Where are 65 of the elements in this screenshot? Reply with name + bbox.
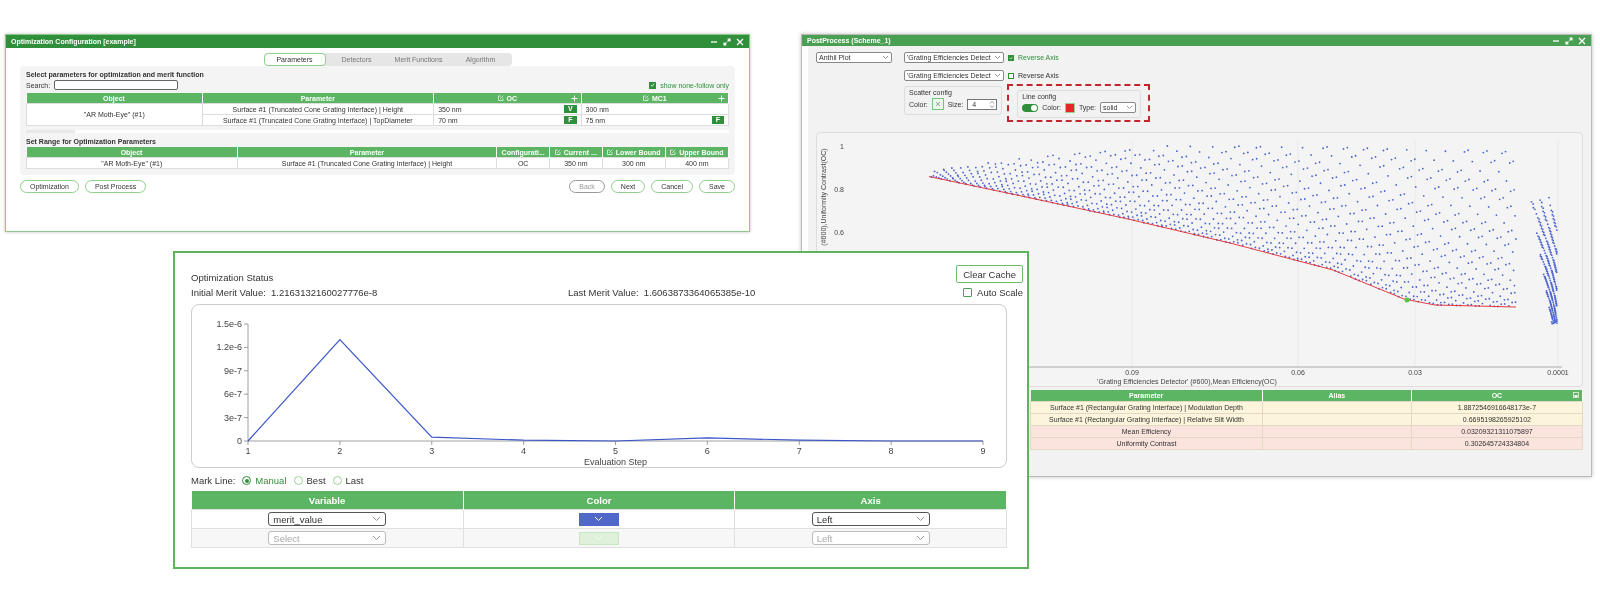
plus-icon[interactable]: [718, 94, 725, 102]
chevron-down-icon: [372, 535, 382, 541]
color-swatch[interactable]: [1064, 102, 1075, 113]
axis-tick-label: 4: [521, 446, 527, 456]
axis-tick-label: 3e-7: [224, 412, 242, 423]
merit-value-text: Initial Merit Value: 1.2163132160027776e-8: [191, 287, 379, 298]
chevron-down-icon: [994, 73, 1001, 78]
axis-tick-label: 5: [613, 446, 618, 456]
variable-dropdown[interactable]: merit_value: [268, 512, 387, 526]
axis-title: Evaluation Step: [584, 457, 647, 467]
axis-tick-label: 6e-7: [224, 389, 242, 400]
axis-tick-label: 1.2e-6: [216, 342, 242, 353]
checkbox-label: Auto Scale: [977, 287, 1023, 298]
axis-tick-label: 9e-7: [224, 365, 242, 376]
edit-icon[interactable]: [606, 149, 613, 155]
clear-cache-button[interactable]: Clear Cache: [956, 265, 1023, 283]
column-header: Variable: [308, 494, 346, 506]
axis-tick-label: 3: [429, 446, 435, 456]
axis-dropdown[interactable]: Left: [811, 512, 930, 526]
panel-title: Optimization Status: [191, 272, 274, 283]
axis-tick-label: 7: [796, 446, 802, 456]
edit-icon[interactable]: [554, 149, 561, 155]
save-icon[interactable]: [1573, 391, 1579, 398]
radio-label: Manual: [255, 475, 287, 486]
chevron-down-icon: [882, 55, 889, 60]
no-color-swatch-icon[interactable]: [931, 98, 944, 110]
column-header: Color: [586, 494, 612, 506]
axis-tick-label: 6: [704, 446, 710, 456]
checkbox[interactable]: [963, 288, 973, 297]
chevron-down-icon: [994, 55, 1001, 60]
edit-icon[interactable]: [642, 95, 649, 101]
checkbox[interactable]: [1008, 54, 1014, 61]
checkbox[interactable]: [649, 81, 657, 89]
maximize-icon[interactable]: [1565, 36, 1573, 45]
radio-label: Last: [345, 475, 364, 486]
radio-label: Best: [306, 475, 326, 486]
column-header: Axis: [860, 494, 881, 506]
axis-tick-label: 2: [337, 446, 343, 456]
merit-value-text: Last Merit Value: 1.6063873364065385e-10: [568, 287, 756, 298]
checkbox[interactable]: [1008, 72, 1014, 79]
chevron-down-icon: [915, 516, 925, 522]
edit-icon[interactable]: [670, 149, 677, 155]
search-field[interactable]: [54, 80, 179, 90]
color-picker[interactable]: [579, 512, 619, 526]
close-icon[interactable]: [1578, 36, 1586, 45]
axis-tick-label: 8: [888, 446, 894, 456]
axis-tick-label: 1: [245, 446, 251, 456]
spin-arrows-icon: [989, 99, 996, 109]
axis-tick-label: 9: [980, 446, 986, 456]
radio-button[interactable]: [293, 476, 303, 485]
chevron-down-icon: [594, 516, 604, 522]
close-icon[interactable]: [736, 37, 744, 46]
axis-tick-label: 1.5e-6: [216, 319, 242, 329]
marker-dot: [1404, 297, 1410, 303]
axis-tick-label: 0: [237, 436, 242, 446]
chevron-down-icon: [1126, 105, 1134, 110]
maximize-icon[interactable]: [723, 37, 731, 46]
chevron-down-icon: [372, 516, 382, 522]
field-label: Mark Line:: [191, 475, 236, 486]
radio-button[interactable]: [242, 476, 252, 485]
toggle-switch[interactable]: [1022, 103, 1039, 112]
chevron-down-icon: [915, 535, 925, 541]
radio-button[interactable]: [332, 476, 342, 485]
edit-icon[interactable]: [497, 95, 504, 101]
plus-icon[interactable]: [570, 94, 578, 102]
